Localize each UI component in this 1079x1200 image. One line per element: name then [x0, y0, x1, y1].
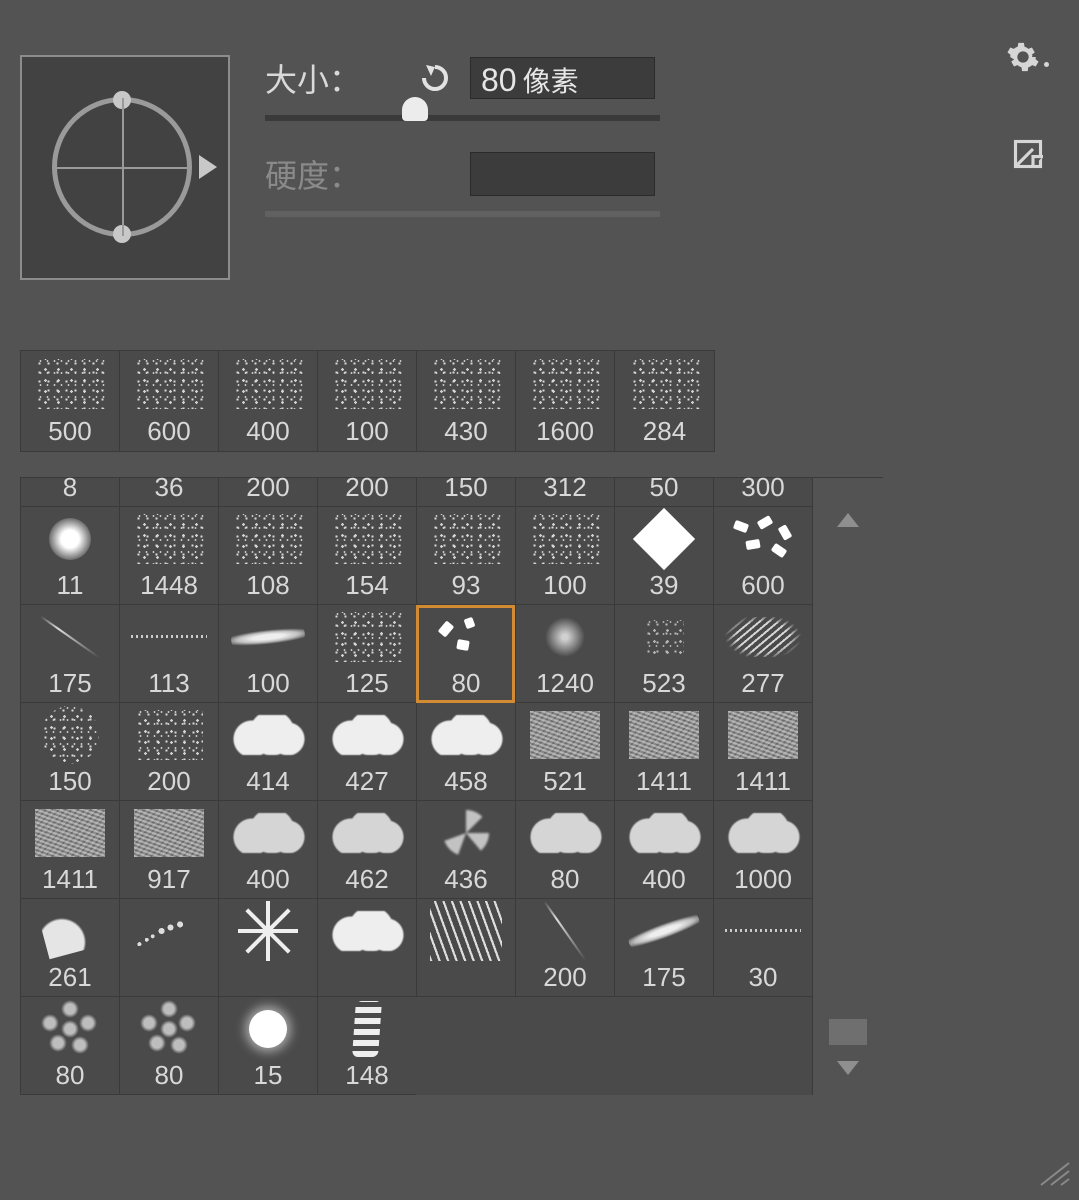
brush-preset[interactable]: ·: [416, 899, 515, 997]
brush-preset[interactable]: 1411: [20, 801, 119, 899]
reset-size-icon[interactable]: [415, 63, 450, 93]
scroll-thumb[interactable]: [829, 1019, 867, 1045]
hardness-input: [470, 152, 655, 196]
size-slider[interactable]: [265, 115, 660, 121]
brush-preset[interactable]: 8: [20, 477, 119, 507]
brush-preset[interactable]: 523: [614, 605, 713, 703]
recent-brush[interactable]: 500: [21, 351, 120, 451]
brush-preset[interactable]: 148: [317, 997, 416, 1095]
gear-icon[interactable]: [1006, 40, 1049, 74]
brush-preset[interactable]: 11: [20, 507, 119, 605]
brush-preset[interactable]: 80: [119, 997, 218, 1095]
brush-preset[interactable]: 200: [218, 477, 317, 507]
brush-preset[interactable]: 261: [20, 899, 119, 997]
brush-preset[interactable]: 427: [317, 703, 416, 801]
recent-brush[interactable]: 600: [120, 351, 219, 451]
hardness-label: 硬度：: [265, 151, 395, 197]
recent-brushes-row: 5006004001004301600284: [20, 350, 715, 452]
brush-preset[interactable]: 80: [20, 997, 119, 1095]
brush-preset[interactable]: 521: [515, 703, 614, 801]
brush-preset[interactable]: 1411: [713, 703, 812, 801]
brush-preset[interactable]: 1240: [515, 605, 614, 703]
brush-preset[interactable]: ·: [317, 899, 416, 997]
size-label: 大小：: [265, 55, 395, 101]
new-preset-icon[interactable]: [1013, 139, 1043, 174]
recent-brush[interactable]: 284: [615, 351, 714, 451]
brush-angle-preview[interactable]: [20, 55, 230, 280]
brush-preset[interactable]: 312: [515, 477, 614, 507]
brush-preset[interactable]: 400: [218, 801, 317, 899]
brush-preset[interactable]: 200: [515, 899, 614, 997]
recent-brush[interactable]: 430: [417, 351, 516, 451]
brush-preset[interactable]: 100: [515, 507, 614, 605]
brush-preset[interactable]: 200: [119, 703, 218, 801]
brush-grid-scrollbar[interactable]: [813, 477, 883, 1095]
brush-preset[interactable]: 30: [713, 899, 812, 997]
brush-preset[interactable]: 400: [614, 801, 713, 899]
brush-preset[interactable]: 150: [20, 703, 119, 801]
brush-preset[interactable]: 36: [119, 477, 218, 507]
brush-preset[interactable]: 600: [713, 507, 812, 605]
recent-brush[interactable]: 100: [318, 351, 417, 451]
size-input[interactable]: 80 像素: [470, 57, 655, 99]
brush-preset[interactable]: 39: [614, 507, 713, 605]
brush-preset[interactable]: 113: [119, 605, 218, 703]
brush-preset[interactable]: 1411: [614, 703, 713, 801]
brush-preset[interactable]: 175: [20, 605, 119, 703]
brush-preset[interactable]: 1448: [119, 507, 218, 605]
brush-preset[interactable]: ·: [119, 899, 218, 997]
brush-preset[interactable]: 50: [614, 477, 713, 507]
recent-brush[interactable]: 400: [219, 351, 318, 451]
scroll-up-icon[interactable]: [837, 513, 859, 527]
brush-preset[interactable]: 108: [218, 507, 317, 605]
recent-brush[interactable]: 1600: [516, 351, 615, 451]
brush-preset[interactable]: 93: [416, 507, 515, 605]
scroll-down-icon[interactable]: [837, 1061, 859, 1075]
brush-preset[interactable]: 462: [317, 801, 416, 899]
brush-preset[interactable]: 15: [218, 997, 317, 1095]
brush-preset[interactable]: ·: [218, 899, 317, 997]
brush-preset[interactable]: 277: [713, 605, 812, 703]
brush-preset[interactable]: 100: [218, 605, 317, 703]
brush-preset[interactable]: 80: [515, 801, 614, 899]
brush-preset[interactable]: 125: [317, 605, 416, 703]
brush-preset[interactable]: 414: [218, 703, 317, 801]
brush-preset[interactable]: 80: [416, 605, 515, 703]
brush-preset[interactable]: 154: [317, 507, 416, 605]
brush-preset[interactable]: 300: [713, 477, 812, 507]
resize-grip-icon[interactable]: [1031, 1157, 1071, 1192]
brush-grid: 8362002001503125030011144810815493100396…: [20, 477, 813, 1095]
brush-preset[interactable]: 175: [614, 899, 713, 997]
brush-preset[interactable]: 150: [416, 477, 515, 507]
brush-preset[interactable]: 436: [416, 801, 515, 899]
brush-preset[interactable]: 1000: [713, 801, 812, 899]
hardness-slider: [265, 211, 660, 217]
brush-preset[interactable]: 458: [416, 703, 515, 801]
brush-preset[interactable]: 917: [119, 801, 218, 899]
brush-preset[interactable]: 200: [317, 477, 416, 507]
